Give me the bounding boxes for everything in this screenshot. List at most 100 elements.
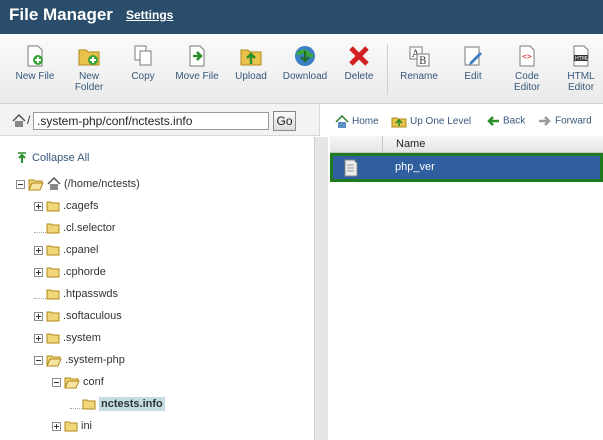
settings-link[interactable]: Settings	[126, 8, 173, 22]
tree-item-system-php[interactable]: .system-php	[34, 351, 125, 369]
copy-label: Copy	[131, 71, 155, 82]
path-input[interactable]	[33, 112, 269, 130]
tree-item-label: .system	[63, 332, 101, 344]
delete-button[interactable]: Delete	[331, 44, 387, 82]
home-icon	[47, 177, 61, 191]
edit-button[interactable]: Edit	[445, 44, 501, 82]
tree-connector	[70, 400, 82, 409]
collapse-toggle[interactable]	[52, 377, 61, 387]
up-one-level-label: Up One Level	[410, 116, 472, 128]
up-folder-icon	[391, 117, 407, 128]
delete-icon	[349, 46, 369, 66]
svg-text:HTML: HTML	[575, 56, 589, 62]
move-file-button[interactable]: Move File	[169, 44, 225, 82]
collapse-all-button[interactable]: Collapse All	[16, 152, 89, 164]
folder-icon	[46, 223, 60, 234]
forward-button[interactable]: Forward	[538, 115, 592, 127]
nav-bar: Home Up One Level Back Forward	[330, 110, 603, 134]
move-file-icon	[189, 45, 205, 67]
home-icon	[12, 114, 26, 127]
tree-scrollbar[interactable]	[314, 137, 328, 440]
copy-button[interactable]: Copy	[115, 44, 171, 82]
html-editor-icon: HTML	[573, 45, 589, 67]
expand-toggle[interactable]	[34, 245, 43, 255]
expand-toggle[interactable]	[34, 267, 43, 277]
row-highlight	[333, 156, 600, 179]
upload-icon	[240, 49, 262, 66]
icon-column-header[interactable]	[330, 136, 383, 153]
forward-label: Forward	[555, 115, 592, 127]
new-folder-icon	[78, 49, 100, 66]
tree-connector	[34, 290, 46, 299]
tree-item-label: .cagefs	[63, 200, 99, 212]
new-folder-button[interactable]: New Folder	[61, 44, 117, 93]
tree-item-cphorde[interactable]: .cphorde	[34, 263, 106, 281]
tree-item-ini[interactable]: ini	[52, 417, 92, 435]
tree-item-label-selected: nctests.info	[99, 397, 165, 411]
svg-text:<>: <>	[522, 52, 532, 61]
tree-item-label: .cl.selector	[63, 222, 116, 234]
expand-toggle[interactable]	[34, 311, 43, 321]
rename-button[interactable]: AB Rename	[391, 44, 447, 82]
copy-icon	[134, 45, 152, 66]
collapse-toggle[interactable]	[34, 355, 43, 365]
download-button[interactable]: Download	[277, 44, 333, 82]
html-editor-label: HTML Editor	[567, 71, 595, 93]
code-editor-button[interactable]: <> Code Editor	[499, 44, 555, 93]
open-folder-icon	[64, 377, 80, 389]
home-nav-button[interactable]: Home	[335, 114, 379, 128]
tree-item-label: conf	[83, 376, 104, 388]
text-file-icon	[344, 159, 358, 177]
move-file-label: Move File	[175, 71, 219, 82]
name-column-header[interactable]: Name	[396, 138, 425, 150]
tree-item-softaculous[interactable]: .softaculous	[34, 307, 122, 325]
new-file-label: New File	[15, 71, 55, 82]
tree-item-label: .htpasswds	[63, 288, 119, 300]
folder-icon	[46, 311, 60, 322]
tree-item-cagefs[interactable]: .cagefs	[34, 197, 98, 215]
expand-toggle[interactable]	[34, 201, 43, 211]
tree-item-htpasswds[interactable]: .htpasswds	[34, 285, 118, 303]
folder-icon	[46, 333, 60, 344]
tree-item-label: ini	[81, 420, 93, 432]
upload-button[interactable]: Upload	[223, 44, 279, 82]
expand-toggle[interactable]	[34, 333, 43, 343]
rename-label: Rename	[400, 71, 438, 82]
app-title: File Manager	[9, 5, 113, 24]
folder-icon	[46, 289, 60, 300]
table-row[interactable]: php_ver	[330, 153, 603, 182]
expand-toggle[interactable]	[52, 421, 61, 431]
home-nav-label: Home	[352, 116, 379, 128]
tree-item-label: .cphorde	[63, 266, 106, 278]
tree-item-nctests-info[interactable]: nctests.info	[70, 395, 165, 413]
new-folder-label: New Folder	[74, 71, 104, 93]
back-button[interactable]: Back	[486, 115, 525, 127]
folder-tree: Collapse All (/home/nctests) .cagefs .cl…	[0, 137, 314, 440]
go-button[interactable]: Go	[273, 111, 296, 131]
new-file-button[interactable]: New File	[7, 44, 63, 82]
upload-label: Upload	[235, 71, 267, 82]
folder-icon	[46, 267, 60, 278]
toolbar-separator	[387, 44, 388, 94]
tree-root-label: (/home/nctests)	[64, 178, 140, 190]
collapse-all-icon	[18, 152, 26, 164]
tree-item-conf[interactable]: conf	[52, 373, 104, 391]
back-arrow-icon	[487, 116, 499, 126]
new-file-icon	[27, 45, 43, 67]
tree-item-system[interactable]: .system	[34, 329, 101, 347]
tree-item-cpanel[interactable]: .cpanel	[34, 241, 98, 259]
edit-label: Edit	[464, 71, 482, 82]
collapse-toggle[interactable]	[16, 179, 25, 189]
open-folder-icon	[46, 355, 62, 367]
tree-root[interactable]: (/home/nctests)	[16, 175, 140, 193]
home-nav-icon	[335, 114, 349, 128]
folder-icon	[46, 201, 60, 212]
tree-item-cl-selector[interactable]: .cl.selector	[34, 219, 116, 237]
back-label: Back	[503, 115, 526, 127]
file-list-pane: Name php_ver	[330, 136, 603, 440]
up-one-level-button[interactable]: Up One Level	[391, 115, 471, 128]
path-root-slash: /	[27, 113, 31, 127]
download-label: Download	[282, 71, 328, 82]
folder-icon	[46, 245, 60, 256]
html-editor-button[interactable]: HTML HTML Editor	[553, 44, 603, 93]
